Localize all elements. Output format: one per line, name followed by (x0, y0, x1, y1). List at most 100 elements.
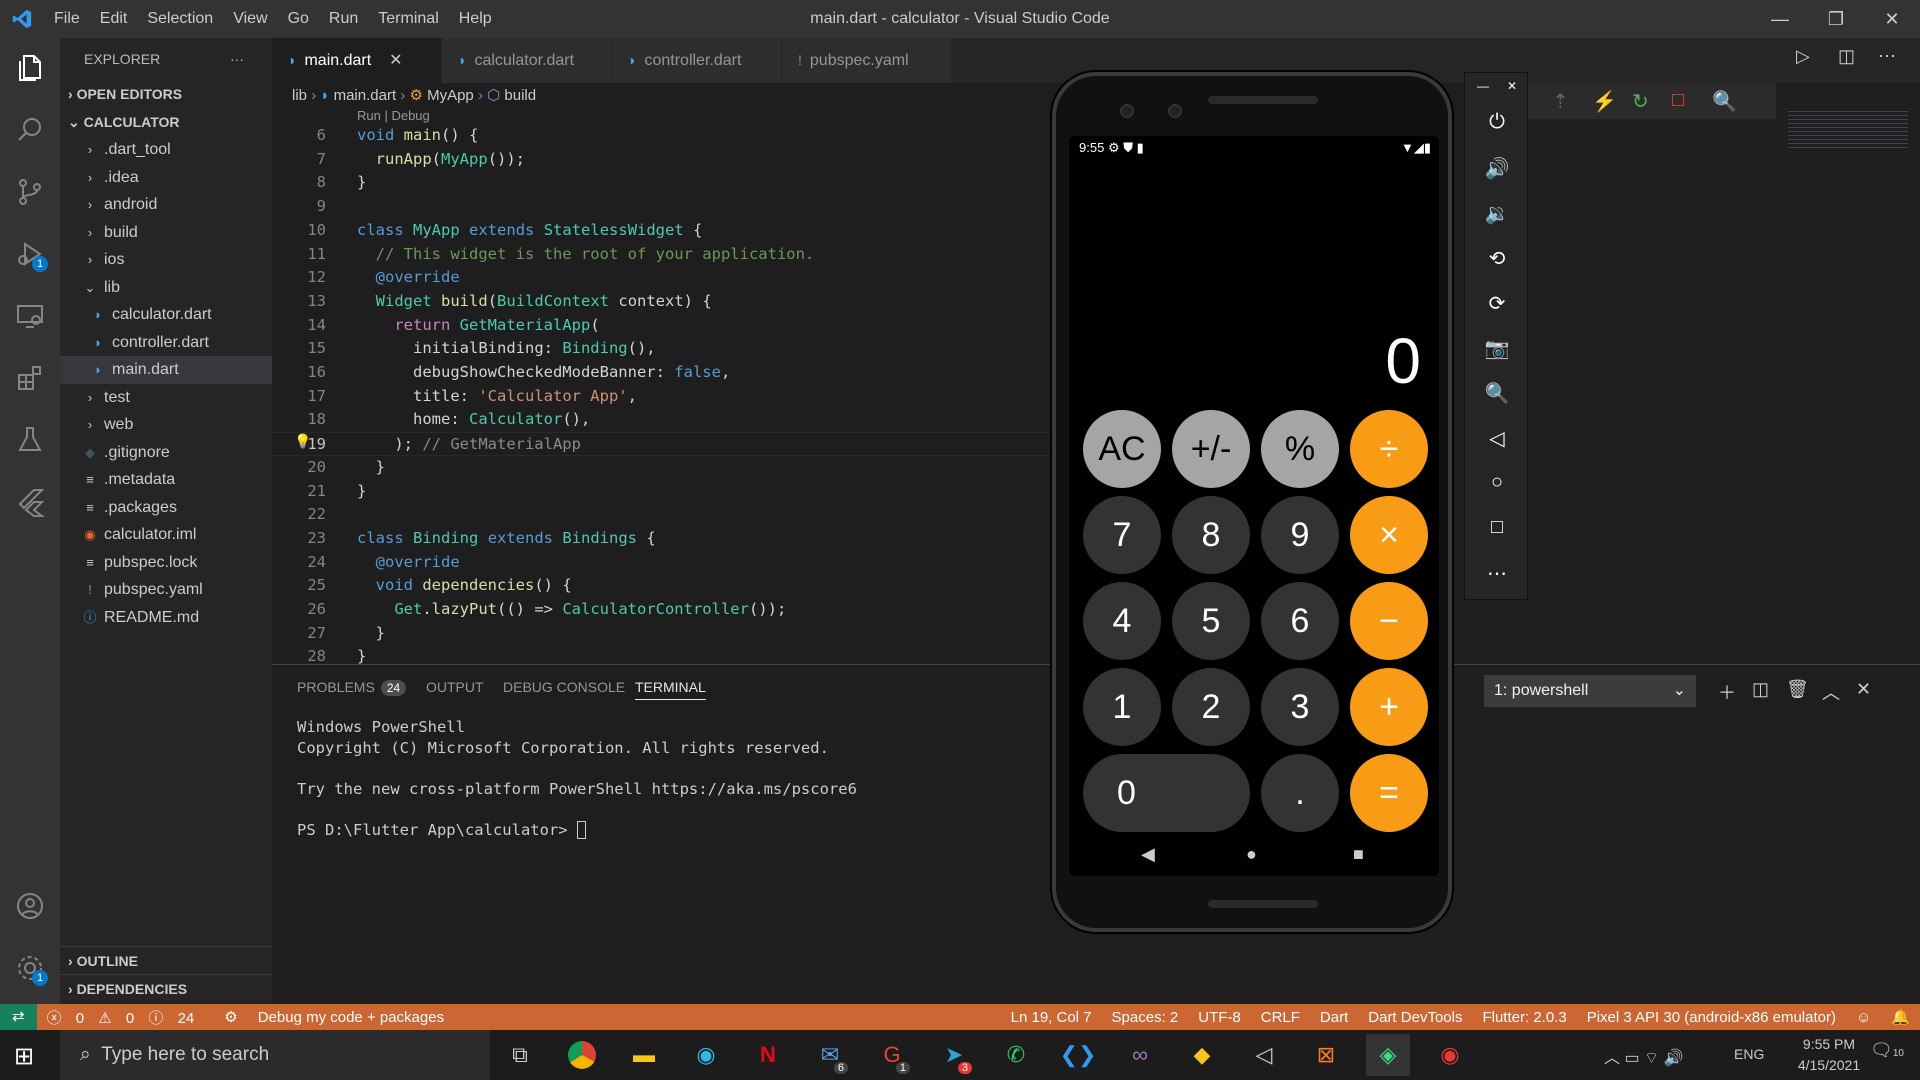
restore-button[interactable]: ❐ (1808, 0, 1864, 38)
windows-start-icon[interactable]: ⊞ (14, 1042, 34, 1071)
calc-button-2[interactable]: 2 (1172, 668, 1250, 746)
menu-run[interactable]: Run (319, 10, 368, 28)
calc-button-7[interactable]: 7 (1083, 496, 1161, 574)
tab-calculator-dart[interactable]: ◗ calculator.dart (442, 38, 612, 83)
maximize-panel-icon[interactable]: ︿ (1822, 679, 1840, 705)
tree-item-build[interactable]: › build (60, 219, 272, 247)
whatsapp-icon[interactable]: ✆ (994, 1034, 1038, 1076)
input-language[interactable]: ENG (1734, 1046, 1764, 1062)
tree-item-test[interactable]: › test (60, 384, 272, 412)
menu-file[interactable]: File (44, 10, 90, 28)
mail-icon[interactable]: ✉ 6 (808, 1034, 852, 1076)
close-panel-icon[interactable]: ✕ (1856, 679, 1871, 700)
calc-button-1[interactable]: 1 (1083, 668, 1161, 746)
menu-view[interactable]: View (223, 10, 277, 28)
tree-item-ios[interactable]: › ios (60, 246, 272, 274)
hot-restart-icon[interactable]: ⇡ (1552, 89, 1569, 114)
flutter-version[interactable]: Flutter: 2.0.3 (1472, 1009, 1576, 1026)
calc-button-divide[interactable]: ÷ (1350, 410, 1428, 488)
terminal-output[interactable]: Windows PowerShell Copyright (C) Microsof… (297, 717, 857, 840)
visual-studio-icon[interactable]: ∞ (1118, 1034, 1162, 1076)
account-icon[interactable] (0, 876, 60, 936)
volume-down-icon[interactable]: 🔉 (1465, 201, 1529, 226)
calc-button-sign[interactable]: +/- (1172, 410, 1250, 488)
menu-selection[interactable]: Selection (137, 10, 223, 28)
task-view-icon[interactable]: ⧉ (498, 1034, 542, 1076)
encoding[interactable]: UTF-8 (1188, 1009, 1251, 1026)
calc-button-0[interactable]: 0 (1083, 754, 1250, 832)
run-file-icon[interactable]: ▷ (1796, 46, 1810, 67)
feedback-icon[interactable]: ☺ (1846, 1009, 1881, 1026)
recorder-icon[interactable]: ◉ (1428, 1034, 1472, 1076)
remote-explorer-icon[interactable] (0, 286, 60, 346)
more-actions-icon[interactable]: ··· (230, 38, 244, 80)
file-explorer-icon[interactable]: ▬ (622, 1034, 666, 1076)
menu-go[interactable]: Go (278, 10, 319, 28)
nav-recents-icon[interactable]: ■ (1353, 844, 1364, 865)
tree-item-calculator-iml[interactable]: ◉ calculator.iml (60, 521, 272, 549)
problems-status[interactable]: ⓧ 0 ⚠ 0 ⓘ 24 (37, 1007, 215, 1028)
flutter-icon[interactable] (0, 472, 60, 532)
menu-terminal[interactable]: Terminal (368, 10, 448, 28)
editor-more-icon[interactable]: ⋯ (1878, 46, 1896, 67)
tree-item-main-dart[interactable]: ◗ main.dart (60, 356, 272, 384)
screenshot-icon[interactable]: 📷 (1465, 336, 1529, 361)
tree-item-metadata[interactable]: ≡ .metadata (60, 466, 272, 494)
git-client-icon[interactable]: ◆ (1180, 1034, 1224, 1076)
remote-indicator-icon[interactable]: ⇄ (0, 1004, 37, 1030)
menu-help[interactable]: Help (449, 10, 502, 28)
tab-pubspec-yaml[interactable]: ! pubspec.yaml (782, 38, 952, 83)
nav-home-icon[interactable]: ● (1246, 844, 1257, 865)
breadcrumb-class[interactable]: MyApp (427, 87, 474, 104)
back-icon[interactable]: ◁ (1465, 426, 1529, 451)
tree-item-pubspec-lock[interactable]: ≡ pubspec.lock (60, 549, 272, 577)
android-studio-icon[interactable]: ◈ (1366, 1034, 1410, 1076)
netflix-icon[interactable]: N (746, 1034, 790, 1076)
settings-gear-icon[interactable]: 1 (0, 938, 60, 998)
calc-button-3[interactable]: 3 (1261, 668, 1339, 746)
split-terminal-icon[interactable]: ◫ (1752, 679, 1769, 700)
tab-terminal[interactable]: TERMINAL (635, 679, 706, 700)
nav-back-icon[interactable]: ◀ (1141, 844, 1155, 865)
inspect-widget-icon[interactable]: 🔍 (1712, 89, 1737, 114)
phone-screen[interactable]: 9:55 ⚙ ⛊ ▮ ▼◢▮ 0 AC +/- % ÷ 7 8 9 × 4 5 … (1069, 136, 1439, 876)
run-debug-icon[interactable]: 1 (0, 224, 60, 284)
minimap[interactable] (1788, 108, 1908, 148)
codelens-run-debug[interactable]: Run | Debug (357, 108, 430, 124)
home-icon[interactable]: ○ (1465, 471, 1529, 494)
search-icon[interactable] (0, 100, 60, 160)
more-icon[interactable]: ⋯ (1465, 561, 1529, 586)
gmail-icon[interactable]: G1 (870, 1034, 914, 1076)
rotate-right-icon[interactable]: ⟳ (1465, 291, 1529, 316)
rotate-left-icon[interactable]: ⟲ (1465, 246, 1529, 271)
tree-item-dart-tool[interactable]: › .dart_tool (60, 136, 272, 164)
tree-item-readme[interactable]: ⓘ README.md (60, 604, 272, 632)
tree-item-gitignore[interactable]: ◆ .gitignore (60, 439, 272, 467)
chrome-icon[interactable] (560, 1034, 604, 1076)
lightbulb-icon[interactable]: 💡 (294, 434, 311, 450)
xampp-icon[interactable]: ⊠ (1304, 1034, 1348, 1076)
unity-icon[interactable]: ◁ (1242, 1034, 1286, 1076)
volume-up-icon[interactable]: 🔊 (1465, 156, 1529, 181)
indentation[interactable]: Spaces: 2 (1102, 1009, 1189, 1026)
extensions-icon[interactable] (0, 348, 60, 408)
device-selector[interactable]: Pixel 3 API 30 (android-x86 emulator) (1577, 1009, 1846, 1026)
breadcrumb-method[interactable]: build (504, 87, 536, 104)
new-terminal-icon[interactable]: ＋ (1718, 679, 1736, 705)
close-tab-icon[interactable]: ✕ (389, 52, 402, 69)
calc-button-equals[interactable]: = (1350, 754, 1428, 832)
calc-button-5[interactable]: 5 (1172, 582, 1250, 660)
tree-item-pubspec-yaml[interactable]: ! pubspec.yaml (60, 576, 272, 604)
emulator-close-icon[interactable]: ✕ (1465, 79, 1529, 93)
overview-icon[interactable]: □ (1465, 516, 1529, 539)
edge-icon[interactable]: ◉ (684, 1034, 728, 1076)
calc-button-minus[interactable]: − (1350, 582, 1428, 660)
stop-icon[interactable]: □ (1672, 89, 1684, 112)
close-window-button[interactable]: ✕ (1864, 0, 1920, 38)
hot-reload-icon[interactable]: ⚡ (1592, 89, 1617, 114)
calc-button-6[interactable]: 6 (1261, 582, 1339, 660)
calc-button-9[interactable]: 9 (1261, 496, 1339, 574)
dart-devtools[interactable]: Dart DevTools (1358, 1009, 1472, 1026)
tree-item-calculator-dart[interactable]: ◗ calculator.dart (60, 301, 272, 329)
calc-button-4[interactable]: 4 (1083, 582, 1161, 660)
